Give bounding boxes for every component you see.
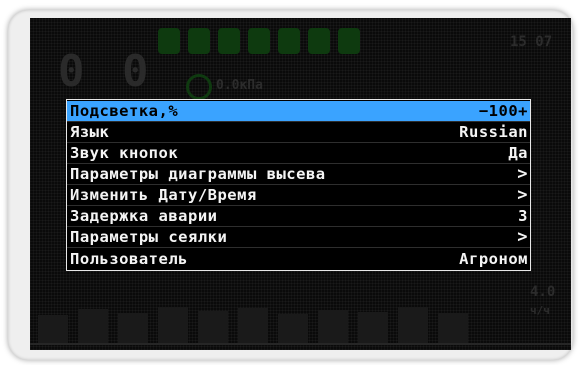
clock-readout: 15 07 xyxy=(510,34,553,50)
diagram-bar xyxy=(438,313,468,343)
button-sound-value: Да xyxy=(508,144,528,162)
diagram-bar xyxy=(318,310,348,343)
diagram-bar xyxy=(238,308,268,343)
speed-readout: 4.0 xyxy=(530,284,556,300)
sensor-indicator xyxy=(158,28,180,54)
sensor-indicator xyxy=(248,28,270,54)
sensor-indicator xyxy=(188,28,210,54)
menu-item-label: Изменить Дату/Время xyxy=(70,186,257,204)
diagram-bar xyxy=(78,309,108,343)
diagram-axis xyxy=(30,343,571,345)
menu-item-seeding-diagram-params[interactable]: Параметры диаграммы высева > xyxy=(67,164,530,185)
sensor-indicator xyxy=(338,28,360,54)
pressure-readout: 0.0кПа xyxy=(216,78,263,93)
user-value: Агроном xyxy=(459,249,528,268)
sensor-indicator xyxy=(218,28,240,54)
menu-item-label: Параметры диаграммы высева xyxy=(70,165,326,183)
diagram-bar xyxy=(118,313,148,343)
sensor-indicator xyxy=(278,28,300,54)
alarm-delay-value: 3 xyxy=(518,207,528,225)
diagram-bar xyxy=(38,315,68,343)
menu-item-label: Звук кнопок xyxy=(70,144,179,162)
diagram-bar xyxy=(358,312,388,343)
menu-item-label: Задержка аварии xyxy=(70,207,218,225)
backlight-stepper[interactable]: −100+ xyxy=(479,102,528,120)
background-digit: 0 xyxy=(122,46,149,97)
diagram-bar xyxy=(198,311,228,343)
menu-item-label: Язык xyxy=(70,123,110,141)
menu-item-language[interactable]: Язык Russian xyxy=(67,122,530,143)
seeding-diagram xyxy=(30,303,530,343)
speed-unit: ч/ч xyxy=(530,304,550,317)
settings-menu: Подсветка,% −100+ Язык Russian Звук кноп… xyxy=(66,99,531,271)
menu-item-user[interactable]: Пользователь Агроном xyxy=(67,248,530,269)
chevron-right-icon: > xyxy=(517,164,528,184)
chevron-right-icon: > xyxy=(517,227,528,247)
menu-item-label: Пользователь xyxy=(70,249,188,268)
sensor-indicators xyxy=(158,28,360,54)
menu-item-button-sound[interactable]: Звук кнопок Да xyxy=(67,143,530,164)
language-value: Russian xyxy=(459,123,528,141)
gauge-icon xyxy=(186,74,212,100)
chevron-right-icon: > xyxy=(517,185,528,205)
diagram-bar xyxy=(158,307,188,343)
menu-item-backlight[interactable]: Подсветка,% −100+ xyxy=(67,101,530,122)
menu-item-label: Параметры сеялки xyxy=(70,228,228,246)
sensor-indicator xyxy=(308,28,330,54)
background-digit: 0 xyxy=(58,46,85,97)
diagram-bar xyxy=(278,314,308,343)
menu-item-change-datetime[interactable]: Изменить Дату/Время > xyxy=(67,185,530,206)
diagram-bar xyxy=(398,307,428,343)
menu-item-alarm-delay[interactable]: Задержка аварии 3 xyxy=(67,206,530,227)
menu-item-seeder-params[interactable]: Параметры сеялки > xyxy=(67,227,530,248)
display-screen: 0 0 0.0кПа 15 07 4.0 ч/ч Подсветка,% −10… xyxy=(30,18,571,350)
menu-item-label: Подсветка,% xyxy=(70,102,179,120)
